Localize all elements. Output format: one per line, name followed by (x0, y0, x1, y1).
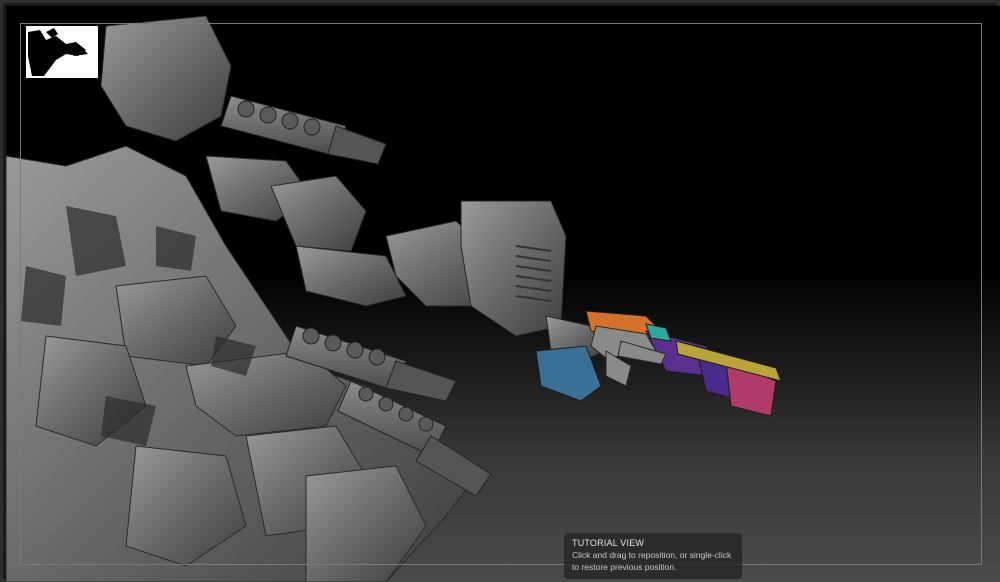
model-navigator-thumbnail[interactable] (26, 26, 98, 78)
tooltip-title: TUTORIAL VIEW (572, 538, 645, 548)
3d-viewport[interactable]: TUTORIAL VIEW Click and drag to repositi… (6, 6, 1000, 582)
tooltip-body: Click and drag to reposition, or single-… (572, 550, 732, 572)
app-window-frame: TUTORIAL VIEW Click and drag to repositi… (0, 0, 1000, 582)
robot-model-render[interactable] (6, 6, 1000, 582)
navigator-silhouette-icon (28, 28, 88, 76)
upper-barrel (220, 95, 387, 165)
tutorial-view-tooltip: TUTORIAL VIEW Click and drag to repositi… (564, 533, 742, 579)
